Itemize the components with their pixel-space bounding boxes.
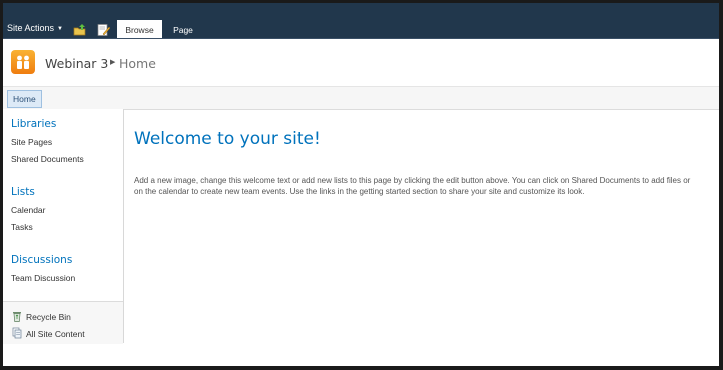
top-navigation: Home <box>3 86 719 110</box>
site-logo-icon[interactable] <box>11 50 35 74</box>
quick-launch: Libraries Site Pages Shared Documents Li… <box>3 109 124 344</box>
all-site-content-icon <box>12 327 22 339</box>
all-site-content-label: All Site Content <box>26 329 85 339</box>
ql-heading-lists[interactable]: Lists <box>11 186 35 198</box>
ql-heading-libraries[interactable]: Libraries <box>11 118 56 130</box>
edit-page-icon[interactable] <box>97 21 111 36</box>
topnav-home-tab[interactable]: Home <box>7 90 42 108</box>
site-title-link[interactable]: Webinar 3 <box>45 56 108 71</box>
page-title: Home <box>119 56 156 71</box>
ql-item-calendar[interactable]: Calendar <box>11 205 46 215</box>
site-actions-menu[interactable]: Site Actions ▼ <box>7 23 63 33</box>
ql-item-team-discussion[interactable]: Team Discussion <box>11 273 75 283</box>
recycle-bin-link[interactable]: Recycle Bin <box>12 310 71 322</box>
navigate-up-icon[interactable] <box>73 21 86 36</box>
ql-item-tasks[interactable]: Tasks <box>11 222 33 232</box>
recycle-bin-label: Recycle Bin <box>26 312 71 322</box>
breadcrumb-arrow-icon: ▶ <box>110 58 116 66</box>
tab-page[interactable]: Page <box>165 20 201 38</box>
recycle-bin-icon <box>13 312 21 322</box>
welcome-heading: Welcome to your site! <box>134 129 321 149</box>
site-actions-label: Site Actions <box>7 23 55 33</box>
title-area: Webinar 3 ▶ Home <box>3 38 719 86</box>
browser-content: Site Actions ▼ Browse Page Webinar 3 ▶ H… <box>3 3 719 366</box>
quick-launch-utilities: Recycle Bin All Site Content <box>3 301 123 344</box>
ribbon-bar: Site Actions ▼ Browse Page <box>3 3 719 38</box>
welcome-body-text: Add a new image, change this welcome tex… <box>134 176 691 196</box>
ql-item-site-pages[interactable]: Site Pages <box>11 137 52 147</box>
tab-browse[interactable]: Browse <box>117 20 162 38</box>
chevron-down-icon: ▼ <box>57 26 63 32</box>
ql-item-shared-documents[interactable]: Shared Documents <box>11 154 84 164</box>
ql-heading-discussions[interactable]: Discussions <box>11 254 72 266</box>
all-site-content-link[interactable]: All Site Content <box>12 327 85 339</box>
